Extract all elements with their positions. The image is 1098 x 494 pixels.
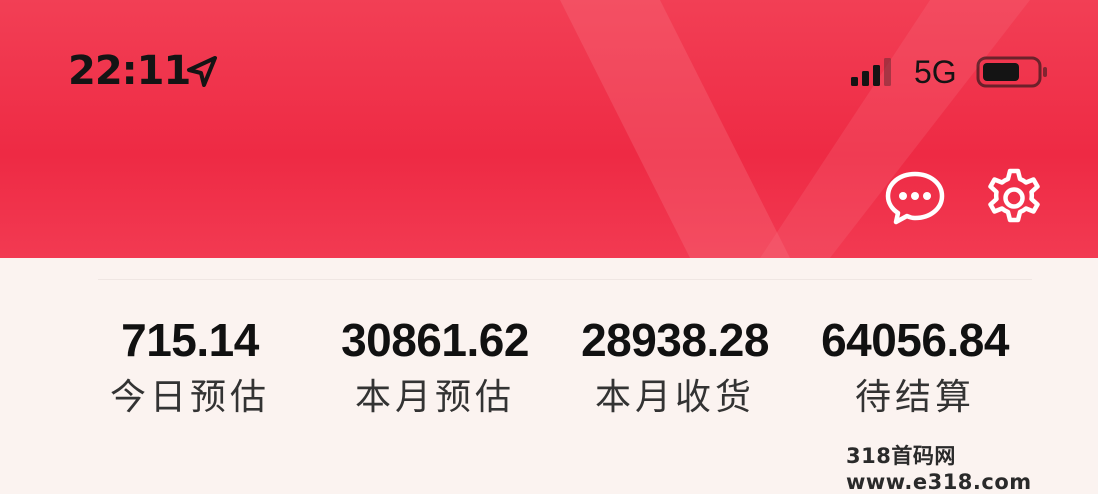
- stat-value: 64056.84: [821, 314, 1009, 366]
- stat-label: 今日预估: [109, 377, 270, 418]
- stat-label: 本月收货: [594, 377, 755, 418]
- gear-icon[interactable]: [983, 168, 1045, 228]
- stat-today-estimate[interactable]: 715.14 今日预估: [80, 312, 300, 420]
- cellular-signal-icon: [851, 58, 891, 86]
- header-banner: 22:11 5G: [0, 0, 1098, 258]
- divider: [98, 279, 1032, 280]
- earnings-stats-card: 715.14 今日预估 30861.62 本月预估 28938.28 本月收货 …: [40, 262, 1058, 469]
- stat-value: 30861.62: [341, 314, 529, 366]
- location-arrow-icon: [187, 56, 217, 87]
- stat-label: 本月预估: [354, 377, 515, 418]
- network-type: 5G: [914, 54, 957, 90]
- status-bar: 22:11 5G: [0, 0, 1098, 140]
- stat-value: 715.14: [121, 314, 259, 366]
- battery-icon: [976, 56, 1047, 88]
- stat-month-estimate[interactable]: 30861.62 本月预估: [320, 312, 550, 420]
- stat-label: 待结算: [854, 377, 975, 418]
- stat-month-received[interactable]: 28938.28 本月收货: [560, 312, 790, 420]
- message-bubble-icon[interactable]: [884, 170, 946, 226]
- watermark-text: 318首码网 www.e318.com: [846, 444, 1032, 494]
- status-time: 22:11: [68, 48, 191, 94]
- stat-pending-settlement[interactable]: 64056.84 待结算: [800, 312, 1030, 420]
- stat-value: 28938.28: [581, 314, 769, 366]
